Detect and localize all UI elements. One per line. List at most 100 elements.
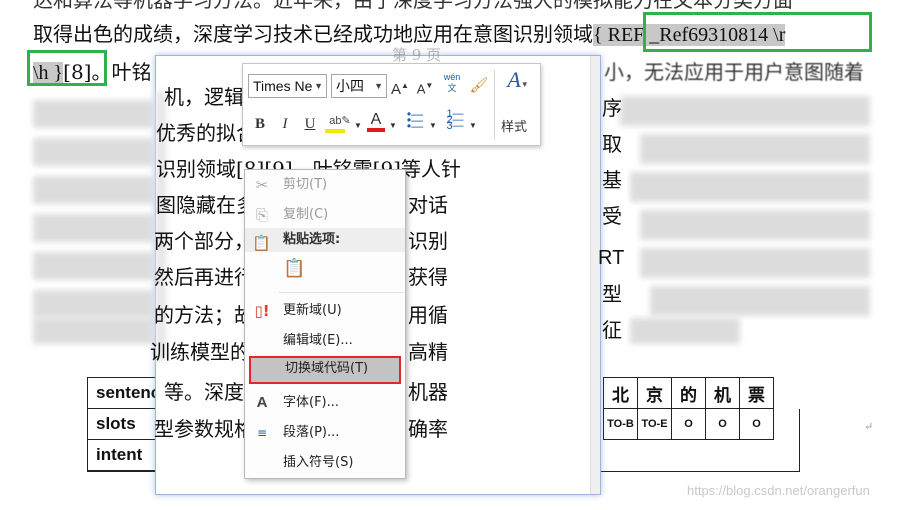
blurred-text-right-6: [650, 286, 870, 316]
phonetic-guide-button[interactable]: wén 文: [441, 72, 463, 94]
paste-options-header: 📋 粘贴选项:: [245, 228, 405, 252]
bullet-list-icon: •— •— •—: [406, 107, 424, 133]
bold-button[interactable]: B: [251, 114, 269, 134]
table-cell: O: [671, 408, 706, 440]
styles-button[interactable]: A▼: [501, 69, 535, 100]
popup-right-fragment: 取: [602, 132, 622, 156]
popup-right-fragment: 受: [602, 204, 622, 228]
blurred-text-left-3: [33, 176, 153, 204]
chevron-down-icon: ▼: [314, 81, 323, 91]
popup-right-fragment: 序: [602, 96, 622, 120]
mini-toolbar: Times Ne ▼ 小四 ▼ A▲ A▼ wén 文 🖌 A▼ 样式 B I …: [242, 63, 541, 146]
font-color-button[interactable]: A: [365, 110, 387, 132]
blurred-text-left-1: [33, 100, 153, 128]
watermark: https://blog.csdn.net/orangerfun: [687, 483, 870, 498]
blurred-text-left-4: [33, 214, 153, 242]
font-size-combo[interactable]: 小四 ▼: [331, 74, 387, 98]
clipboard-icon: 📋: [252, 234, 271, 252]
highlight-color-button[interactable]: ab✎: [325, 110, 355, 133]
table-cell: 票: [739, 377, 774, 409]
table-cell: 北: [603, 377, 638, 409]
bold-icon: B: [254, 116, 265, 132]
popup-line-10: 型参数规格: [154, 417, 254, 441]
popup-mid-fragment: 对话: [408, 193, 448, 217]
example-table-values: 北 京 的 机 票 TO-B TO-E O O O: [603, 377, 774, 440]
popup-mid-fragment: 机器: [408, 380, 448, 404]
font-color-icon: A: [370, 111, 382, 128]
popup-mid-fragment: 识别: [408, 229, 448, 253]
popup-mid-fragment: 高精: [408, 340, 448, 364]
font-color-swatch: [367, 128, 385, 132]
copy-icon: ⎘: [255, 206, 268, 224]
popup-mid-fragment: 确率: [408, 417, 448, 441]
field-code-ref-2[interactable]: \h }: [33, 62, 64, 84]
menu-item-paragraph[interactable]: ≡ 段落(P)...: [245, 420, 405, 446]
blurred-text-right-7: [630, 318, 740, 344]
document-right-fragment: 小，无法应用于用户意图随着: [604, 60, 864, 84]
blurred-text-right-1: [620, 96, 870, 126]
popup-line-8: 训练模型的: [150, 340, 250, 364]
menu-item-paragraph-label: 段落(P)...: [283, 425, 340, 440]
underline-button[interactable]: U: [301, 114, 319, 134]
menu-item-insert-symbol[interactable]: 插入符号(S): [245, 450, 405, 476]
popup-line-1: 机，逻辑: [164, 85, 244, 109]
blurred-text-left-6: [33, 290, 153, 318]
chevron-down-icon[interactable]: ▼: [469, 116, 477, 136]
font-name-value: Times Ne: [253, 78, 313, 94]
chevron-down-icon[interactable]: ▼: [389, 116, 397, 136]
menu-item-update-field[interactable]: ▯! 更新域(U): [245, 298, 405, 324]
popup-scrollbar[interactable]: [590, 56, 600, 494]
menu-separator: [279, 292, 403, 293]
highlight-color-swatch: [325, 129, 345, 133]
format-painter-button[interactable]: 🖌: [469, 76, 489, 96]
styles-label: 样式: [501, 119, 528, 134]
chevron-down-icon[interactable]: ▼: [354, 116, 362, 136]
font-name-combo[interactable]: Times Ne ▼: [248, 74, 327, 98]
blurred-text-left-7: [33, 318, 153, 344]
blurred-text-right-4: [640, 210, 870, 240]
paste-options-label: 粘贴选项:: [283, 232, 341, 247]
table-cell: O: [739, 408, 774, 440]
context-menu: ✂ 剪切(T) ⎘ 复制(C) 📋 粘贴选项: 📋 ▯! 更新域(U) 编辑域(…: [244, 169, 406, 479]
italic-button[interactable]: I: [276, 114, 294, 134]
table-cell: TO-B: [603, 408, 638, 440]
paragraph-icon: ≡: [256, 426, 268, 440]
scissors-icon: ✂: [255, 176, 269, 194]
table-cell: 机: [705, 377, 740, 409]
bullets-button[interactable]: •— •— •—: [403, 107, 427, 136]
chevron-down-icon: ▼: [374, 81, 383, 91]
menu-item-cut[interactable]: ✂ 剪切(T): [245, 172, 405, 198]
phonetic-guide-icon: wén 文: [443, 72, 461, 93]
blurred-text-left-2: [33, 138, 153, 166]
popup-right-fragment: 型: [602, 282, 622, 306]
italic-icon: I: [282, 116, 288, 132]
toolbar-separator: [494, 70, 495, 140]
menu-item-copy-label: 复制(C): [283, 207, 329, 222]
document-line-3-text: [8]。叶铭: [63, 60, 152, 84]
menu-item-edit-field-label: 编辑域(E)...: [283, 333, 353, 348]
field-code-ref-1[interactable]: { REF _Ref69310814 \r: [593, 24, 786, 46]
menu-item-font[interactable]: A 字体(F)...: [245, 390, 405, 416]
blurred-text-right-5: [640, 248, 870, 278]
paste-text-only-icon: 📋: [283, 258, 306, 279]
blurred-text-right-2: [640, 134, 870, 164]
underline-icon: U: [304, 116, 316, 132]
popup-page-header: 第 9 页: [392, 46, 442, 64]
popup-line-2: 优秀的拟合: [156, 121, 256, 145]
menu-item-copy[interactable]: ⎘ 复制(C): [245, 202, 405, 228]
font-size-value: 小四: [336, 78, 364, 94]
shrink-font-button[interactable]: A▼: [416, 76, 434, 99]
chevron-down-icon[interactable]: ▼: [429, 116, 437, 136]
menu-item-cut-label: 剪切(T): [283, 177, 328, 192]
grow-font-button[interactable]: A▲: [391, 76, 409, 100]
document-line-3: \h }[8]。叶铭: [33, 58, 152, 87]
document-line-1: 达和算法等机器学习方法。近年来，由于深度学习方法强大的模拟能力在文本分类方面: [33, 0, 793, 12]
menu-item-edit-field[interactable]: 编辑域(E)...: [245, 328, 405, 354]
table-cell: O: [705, 408, 740, 440]
popup-mid-fragment: 获得: [408, 265, 448, 289]
paste-keep-text-button[interactable]: 📋: [283, 258, 307, 284]
numbering-button[interactable]: 1— 2— 3—: [443, 109, 467, 135]
popup-right-fragment: 基: [602, 168, 622, 192]
menu-item-toggle-field-codes[interactable]: 切换域代码(T): [249, 356, 401, 384]
popup-line-6: 然后再进行: [154, 265, 254, 289]
